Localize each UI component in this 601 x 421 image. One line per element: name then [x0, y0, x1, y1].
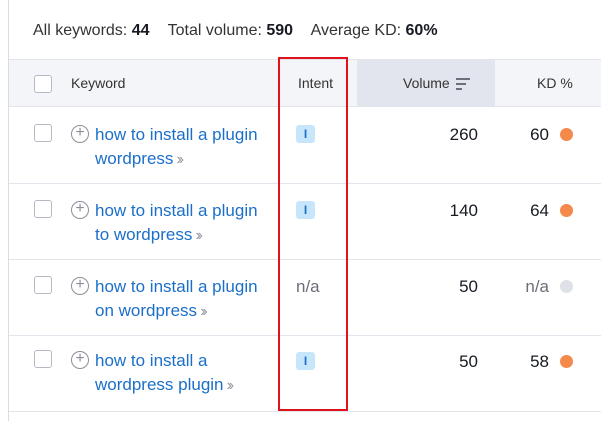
sort-descending-icon[interactable]	[455, 78, 470, 91]
plus-circle-icon[interactable]: +	[71, 201, 89, 219]
kd-difficulty-dot	[560, 280, 573, 293]
keyword-link[interactable]: how to install a plugin wordpress ››	[95, 123, 275, 172]
volume-value: 140	[449, 201, 478, 220]
row-checkbox[interactable]	[34, 200, 52, 218]
plus-circle-icon[interactable]: +	[71, 351, 89, 369]
table-row: + how to install a plugin to wordpress ›› …	[9, 184, 601, 260]
keyword-summary: All keywords: 44 Total volume: 590 Avera…	[33, 22, 452, 44]
plus-circle-icon[interactable]: +	[71, 125, 89, 143]
kd-difficulty-dot	[560, 204, 573, 217]
volume-column-header[interactable]: Volume	[403, 75, 470, 91]
select-all-checkbox[interactable]	[34, 75, 52, 93]
double-chevron-right-icon[interactable]: ››	[176, 151, 183, 168]
intent-column-header[interactable]: Intent	[298, 75, 333, 91]
kd-difficulty-dot	[560, 128, 573, 141]
volume-value: 50	[459, 352, 478, 371]
plus-circle-icon[interactable]: +	[71, 277, 89, 295]
row-checkbox[interactable]	[34, 276, 52, 294]
keyword-link[interactable]: how to install a wordpress plugin ››	[95, 349, 275, 398]
kd-value: n/a	[525, 277, 549, 296]
row-checkbox[interactable]	[34, 350, 52, 368]
intent-badge: I	[296, 352, 315, 370]
table-row: + how to install a plugin wordpress ›› I 2…	[9, 107, 601, 184]
table-row: + how to install a wordpress plugin ›› I 5…	[9, 336, 601, 412]
volume-value: 50	[459, 277, 478, 296]
double-chevron-right-icon[interactable]: ››	[200, 303, 207, 320]
kd-value: 60	[530, 125, 549, 144]
keyword-link[interactable]: how to install a plugin on wordpress ››	[95, 275, 275, 324]
volume-value: 260	[449, 125, 478, 144]
kd-value: 64	[530, 201, 549, 220]
total-volume-stat: Total volume: 590	[167, 22, 294, 39]
all-keywords-stat: All keywords: 44	[33, 22, 150, 39]
keyword-link[interactable]: how to install a plugin to wordpress ››	[95, 199, 275, 248]
volume-header-label: Volume	[403, 75, 450, 91]
row-checkbox[interactable]	[34, 124, 52, 142]
table-row: + how to install a plugin on wordpress ›› …	[9, 260, 601, 336]
double-chevron-right-icon[interactable]: ››	[195, 227, 202, 244]
table-header: Keyword Intent Volume KD %	[9, 59, 601, 107]
kd-column-header[interactable]: KD %	[537, 75, 573, 91]
intent-badge: I	[296, 125, 315, 143]
intent-badge: I	[296, 201, 315, 219]
intent-na-text: n/a	[296, 277, 320, 296]
average-kd-stat: Average KD: 60%	[310, 22, 438, 39]
kd-value: 58	[530, 352, 549, 371]
keyword-column-header[interactable]: Keyword	[71, 75, 125, 91]
kd-difficulty-dot	[560, 355, 573, 368]
double-chevron-right-icon[interactable]: ››	[227, 377, 234, 394]
